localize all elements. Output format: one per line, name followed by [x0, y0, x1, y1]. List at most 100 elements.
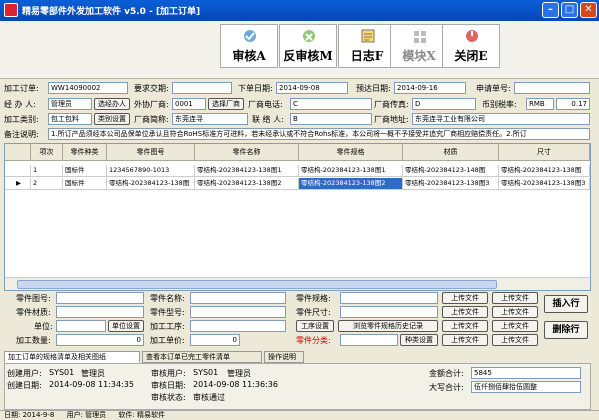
tab-instructions[interactable]: 操作说明	[264, 351, 304, 363]
table-cell[interactable]: 1	[31, 165, 63, 177]
insert-row-button[interactable]: 插入行	[544, 295, 588, 313]
current-row-indicator[interactable]: ▶	[5, 178, 31, 190]
remark-field[interactable]: 1.所订产品须经本公司品保单位承认且符合RoHS标准方可进料，若未经承认或不符合…	[48, 128, 590, 140]
delete-row-button[interactable]: 删除行	[544, 321, 588, 339]
status-user: 用户: 管理员	[66, 411, 107, 419]
col-header-part-name[interactable]: 零件名称	[195, 144, 299, 161]
tab-finished-parts[interactable]: 查看本订单已完工零件清单	[142, 351, 262, 363]
col-header-material[interactable]: 材质	[403, 144, 499, 161]
vendor-phone-field[interactable]: C	[290, 98, 372, 110]
process-settings-button[interactable]: 工序设置	[296, 320, 334, 332]
process-field[interactable]	[190, 320, 286, 332]
module-label: 模块X	[402, 49, 436, 63]
log-icon	[361, 29, 375, 43]
upload-file-button[interactable]: 上传文件	[492, 306, 538, 318]
part-spec-label: 零件规格:	[296, 294, 331, 303]
vendor-short-field[interactable]: 东莞连寻	[172, 113, 248, 125]
unapprove-label: 反审核M	[283, 49, 333, 63]
table-cell-selected[interactable]: 零结构-202384123-138图2	[299, 178, 403, 190]
table-cell[interactable]: 零结构-202384123-138图3	[403, 178, 499, 190]
size-label: 零件尺寸:	[296, 308, 331, 317]
vendor-addr-field[interactable]: 东莞连寻工业有限公司	[412, 113, 590, 125]
part-spec-field[interactable]	[340, 292, 438, 304]
row-selector[interactable]	[5, 165, 31, 177]
table-cell[interactable]: 零结构-202384123-138图2	[195, 178, 299, 190]
upload-file-button[interactable]: 上传文件	[442, 320, 488, 332]
upload-file-button[interactable]: 上传文件	[492, 292, 538, 304]
window-title: 精易零部件外发加工软件 v5.0 - [加工订单]	[22, 7, 201, 17]
upload-file-button[interactable]: 上传文件	[492, 320, 538, 332]
table-cell[interactable]: 零结构-202384123-138图1	[299, 165, 403, 177]
close-window-button[interactable]: ✕	[580, 2, 597, 18]
part-no-field[interactable]	[56, 292, 144, 304]
table-cell[interactable]: 国标件	[63, 178, 107, 190]
spec-grid[interactable]: 项次 零件种类 零件图号 零件名称 零件规格 材质 尺寸 1 国标件 12345…	[4, 143, 591, 291]
currency-field[interactable]: RMB	[526, 98, 554, 110]
app-logo-icon	[4, 3, 18, 17]
col-header-kind[interactable]: 零件种类	[63, 144, 107, 161]
table-cell[interactable]: 零结构-202384123-138图	[107, 178, 195, 190]
unit-settings-button[interactable]: 单位设置	[108, 320, 144, 332]
col-header-size[interactable]: 尺寸	[499, 144, 590, 161]
approver-id: SYS01	[193, 368, 219, 377]
tab-spec-list[interactable]: 加工订单的规格清单及相关图纸	[4, 351, 140, 363]
table-cell[interactable]: 零结构-202384123-138图3	[499, 178, 590, 190]
vendor-fax-field[interactable]: D	[412, 98, 476, 110]
approve-date: 2014-09-08 11:36:36	[193, 380, 278, 389]
vendor-no-field[interactable]: 0001	[172, 98, 206, 110]
scrollbar-thumb[interactable]	[17, 280, 497, 289]
type-field[interactable]: 包工包料	[48, 113, 92, 125]
table-cell[interactable]: 2	[31, 178, 63, 190]
table-cell[interactable]: 零结构-202384123-148图	[403, 165, 499, 177]
table-cell[interactable]: 零结构-202384123-138图	[499, 165, 590, 177]
req-delivery-field[interactable]	[172, 82, 232, 94]
horizontal-scrollbar[interactable]	[5, 277, 590, 290]
est-date-field[interactable]: 2014-09-16	[394, 82, 466, 94]
spec-history-button[interactable]: 浏览零件规格历史记录	[338, 320, 438, 332]
model-field[interactable]	[190, 306, 286, 318]
apply-no-field[interactable]	[514, 82, 590, 94]
handler-field[interactable]: 管理员	[48, 98, 92, 110]
unit-field[interactable]	[56, 320, 106, 332]
qty-field[interactable]: 0	[56, 334, 144, 346]
size-field[interactable]	[340, 306, 438, 318]
approve-date-label: 审核日期:	[151, 381, 186, 390]
currency-label: 币别税率:	[482, 100, 517, 109]
module-icon	[414, 31, 426, 43]
process-label: 加工工序:	[150, 322, 185, 331]
approve-button[interactable]: 审核A	[220, 24, 278, 68]
table-cell[interactable]: 1234567890-1013	[107, 165, 195, 177]
type-settings-button[interactable]: 类别设置	[94, 113, 130, 125]
tax-rate-field[interactable]: 0.17	[556, 98, 590, 110]
upload-file-button[interactable]: 上传文件	[442, 334, 488, 346]
col-header-spec[interactable]: 零件规格	[299, 144, 403, 161]
material-field[interactable]	[56, 306, 144, 318]
approver-name: 管理员	[227, 369, 251, 378]
col-header-part-no[interactable]: 零件图号	[107, 144, 195, 161]
price-field[interactable]: 0	[190, 334, 240, 346]
unapprove-button[interactable]: 反审核M	[279, 24, 337, 68]
upload-file-button[interactable]: 上传文件	[442, 292, 488, 304]
contact-field[interactable]: B	[290, 113, 372, 125]
title-bar: 精易零部件外发加工软件 v5.0 - [加工订单] – □ ✕	[0, 0, 599, 21]
table-cell[interactable]: 国标件	[63, 165, 107, 177]
col-header-index[interactable]: 项次	[31, 144, 63, 161]
maximize-button[interactable]: □	[561, 2, 578, 18]
close-button[interactable]: 关闭E	[442, 24, 500, 68]
select-handler-button[interactable]: 选经办人	[94, 98, 130, 110]
approve-label: 审核A	[232, 49, 266, 63]
order-date-field[interactable]: 2014-09-08	[276, 82, 348, 94]
select-vendor-button[interactable]: 选择厂商	[208, 98, 244, 110]
minimize-button[interactable]: –	[542, 2, 559, 18]
table-cell[interactable]: 零结构-202384123-138图1	[195, 165, 299, 177]
category-settings-button[interactable]: 种类设置	[400, 334, 438, 346]
part-name-field[interactable]	[190, 292, 286, 304]
vendor-short-label: 厂商简称:	[134, 115, 169, 124]
upload-file-button[interactable]: 上传文件	[442, 306, 488, 318]
upload-file-button[interactable]: 上传文件	[492, 334, 538, 346]
category-field[interactable]	[340, 334, 398, 346]
order-date-label: 下单日期:	[238, 84, 273, 93]
order-no-field[interactable]: WW14090002	[48, 82, 128, 94]
log-button[interactable]: 日志F	[338, 24, 396, 68]
module-button[interactable]: 模块X	[390, 24, 448, 68]
